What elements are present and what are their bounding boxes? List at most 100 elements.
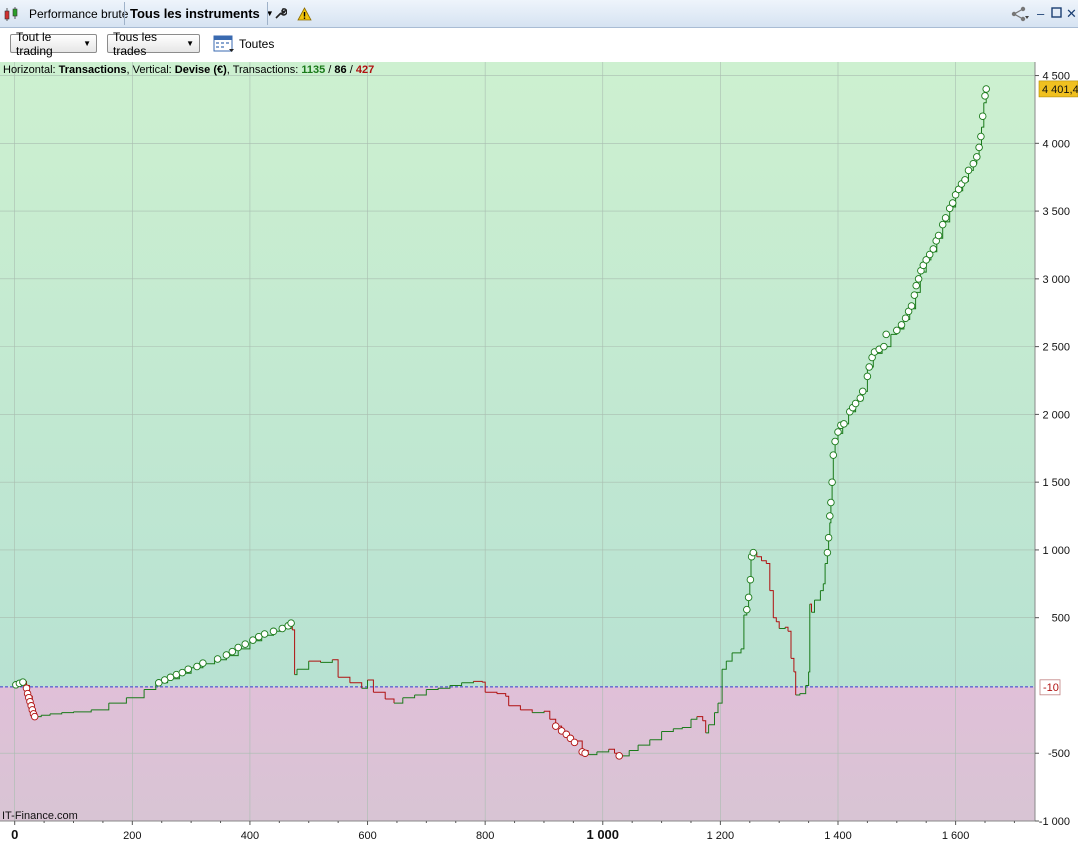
tab-performance-brute[interactable]: Performance brute [29,0,128,27]
trade-marker [882,330,890,339]
y-tick-label: 1 000 [1042,545,1070,557]
y-tick-label: 2 000 [1042,409,1070,421]
chevron-down-icon: ▼ [186,39,194,48]
vertical-prefix: , Vertical: [126,64,175,76]
y-tick-label: -500 [1048,748,1070,760]
trade-marker [834,428,842,436]
x-tick-label: 200 [123,830,141,842]
last-value-label: 4 401,4 [1042,84,1078,96]
count-sep2: / [346,64,356,76]
trade-marker [551,722,560,730]
window-titlebar: Performance brute Tous les instruments ▼… [0,0,1078,28]
trade-marker [826,512,834,520]
trade-marker [851,399,860,408]
trade-marker [865,363,873,371]
trade-marker [938,220,947,229]
warning-icon[interactable] [297,0,312,27]
trades-filter-label: Tous les trades [113,29,158,58]
trade-marker [863,372,872,381]
trade-marker [893,326,901,335]
trade-marker [827,498,835,507]
trade-marker [287,619,295,627]
trade-marker [228,647,237,656]
trades-filter-dropdown[interactable]: Tous les trades ▼ [107,30,200,58]
minimize-button[interactable]: – [1037,6,1044,21]
calendar-icon[interactable] [213,33,235,56]
trade-marker [193,662,201,671]
transactions-prefix: , Transactions: [226,64,302,76]
trading-filter-dropdown[interactable]: Tout le trading ▼ [10,30,97,58]
trade-marker [977,132,985,141]
close-button[interactable]: ✕ [1066,6,1077,22]
titlebar-divider [267,2,268,25]
value-badges: 4 401,4 -10 [1038,80,1078,696]
instruments-dropdown[interactable]: Tous les instruments ▼ [130,0,274,27]
candlestick-icon [3,0,21,27]
trade-marker [19,678,27,686]
equity-chart[interactable]: 4 500 4 000 3 500 3 000 2 500 2 000 1 500 1 000… [0,62,1078,842]
x-tick-label: 1 600 [942,830,970,842]
trade-marker [213,655,222,663]
trade-marker [973,153,981,161]
watermark: IT-Finance.com [2,810,78,822]
x-tick-label: 1 200 [707,830,735,842]
trade-marker [912,281,920,290]
trade-marker [828,478,836,486]
x-tick-label: 1 400 [824,830,852,842]
trade-marker [249,636,257,644]
share-icon[interactable] [1010,0,1030,27]
vertical-value: Devise (€) [174,64,227,76]
trade-marker [934,231,943,240]
x-axis: 0 200 400 600 800 1 000 1 200 1 400 1 600 [0,820,1035,842]
horizontal-prefix: Horizontal: [3,64,59,76]
y-tick-label: 2 500 [1042,342,1070,354]
loss-zone [0,686,1035,821]
baseline-label: -10 [1043,682,1059,694]
x-tick-label: 0 [11,827,18,842]
trade-marker [975,143,983,152]
trade-marker [260,630,269,638]
trade-marker [746,575,755,584]
trade-marker [269,627,278,636]
trade-marker [30,712,39,721]
y-tick-label: 3 000 [1042,274,1070,286]
period-label: Toutes [239,37,275,51]
trade-marker [907,302,916,310]
count-losing: 427 [355,64,375,76]
trade-marker [744,593,753,602]
trade-marker [823,548,832,557]
trade-marker [831,437,839,446]
x-tick-label: 400 [241,830,259,842]
trade-marker [829,451,838,459]
count-neutral: 86 [334,64,347,76]
trade-marker [929,245,938,253]
trade-marker [982,85,990,93]
trade-marker [570,738,579,747]
trade-marker [978,112,987,120]
trade-marker [199,659,207,667]
chart-info-line: Horizontal: Transactions, Vertical: Devi… [3,64,374,76]
horizontal-value: Transactions [58,64,127,76]
y-tick-label: 500 [1052,613,1070,625]
y-tick-label: -1 000 [1039,816,1070,828]
y-tick-label: 3 500 [1042,206,1070,218]
x-tick-label: 1 000 [586,827,619,842]
tab-performance-label: Performance brute [29,6,129,21]
wrench-icon[interactable] [273,0,287,27]
instruments-dropdown-label: Tous les instruments [130,6,260,21]
trade-marker [184,665,192,673]
trade-marker [856,394,865,402]
trade-marker [222,651,231,659]
trade-marker [241,640,249,648]
maximize-button[interactable] [1051,6,1062,21]
trade-marker [743,605,751,614]
trade-marker [941,214,950,222]
trade-marker [749,548,758,557]
trade-marker [234,643,242,652]
y-axis: 4 5004 0003 5003 0002 5002 0001 5001 000… [1034,62,1070,828]
trade-marker [948,199,957,207]
trading-filter-label: Tout le trading [16,29,53,58]
trade-marker [581,749,589,757]
trade-marker [858,387,867,396]
trade-marker [901,314,910,322]
